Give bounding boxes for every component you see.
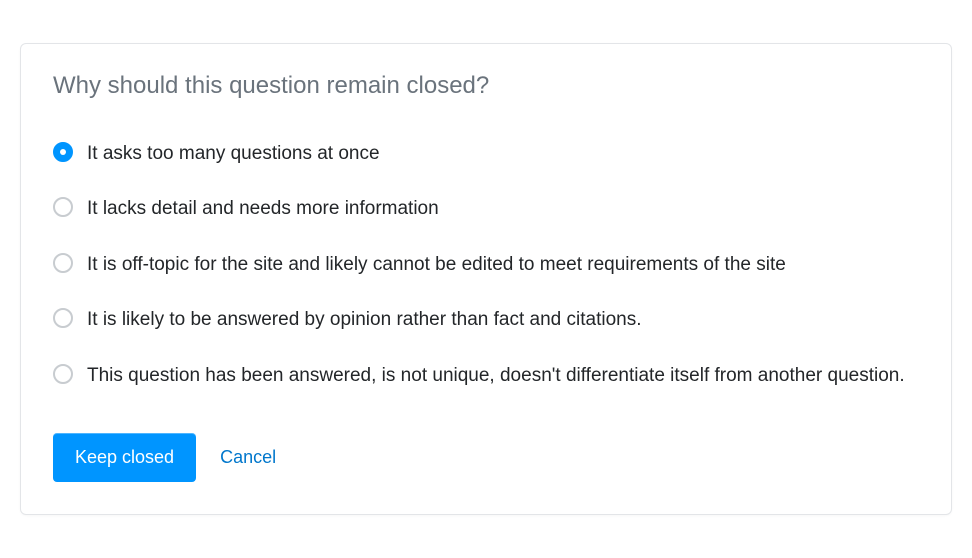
close-reason-dialog: Why should this question remain closed? …: [20, 43, 952, 516]
option-too-many-questions[interactable]: It asks too many questions at once: [53, 140, 919, 168]
cancel-button[interactable]: Cancel: [220, 447, 276, 468]
dialog-actions: Keep closed Cancel: [53, 433, 919, 482]
option-label: It lacks detail and needs more informati…: [87, 195, 439, 223]
option-duplicate[interactable]: This question has been answered, is not …: [53, 362, 919, 390]
radio-icon: [53, 253, 73, 273]
option-label: It is likely to be answered by opinion r…: [87, 306, 641, 334]
option-opinion-based[interactable]: It is likely to be answered by opinion r…: [53, 306, 919, 334]
option-off-topic[interactable]: It is off-topic for the site and likely …: [53, 251, 919, 279]
options-list: It asks too many questions at once It la…: [53, 140, 919, 390]
radio-icon: [53, 364, 73, 384]
option-label: It asks too many questions at once: [87, 140, 380, 168]
dialog-title: Why should this question remain closed?: [53, 72, 919, 100]
radio-icon: [53, 142, 73, 162]
radio-icon: [53, 308, 73, 328]
option-label: It is off-topic for the site and likely …: [87, 251, 786, 279]
option-label: This question has been answered, is not …: [87, 362, 905, 390]
option-lacks-detail[interactable]: It lacks detail and needs more informati…: [53, 195, 919, 223]
keep-closed-button[interactable]: Keep closed: [53, 433, 196, 482]
radio-icon: [53, 197, 73, 217]
